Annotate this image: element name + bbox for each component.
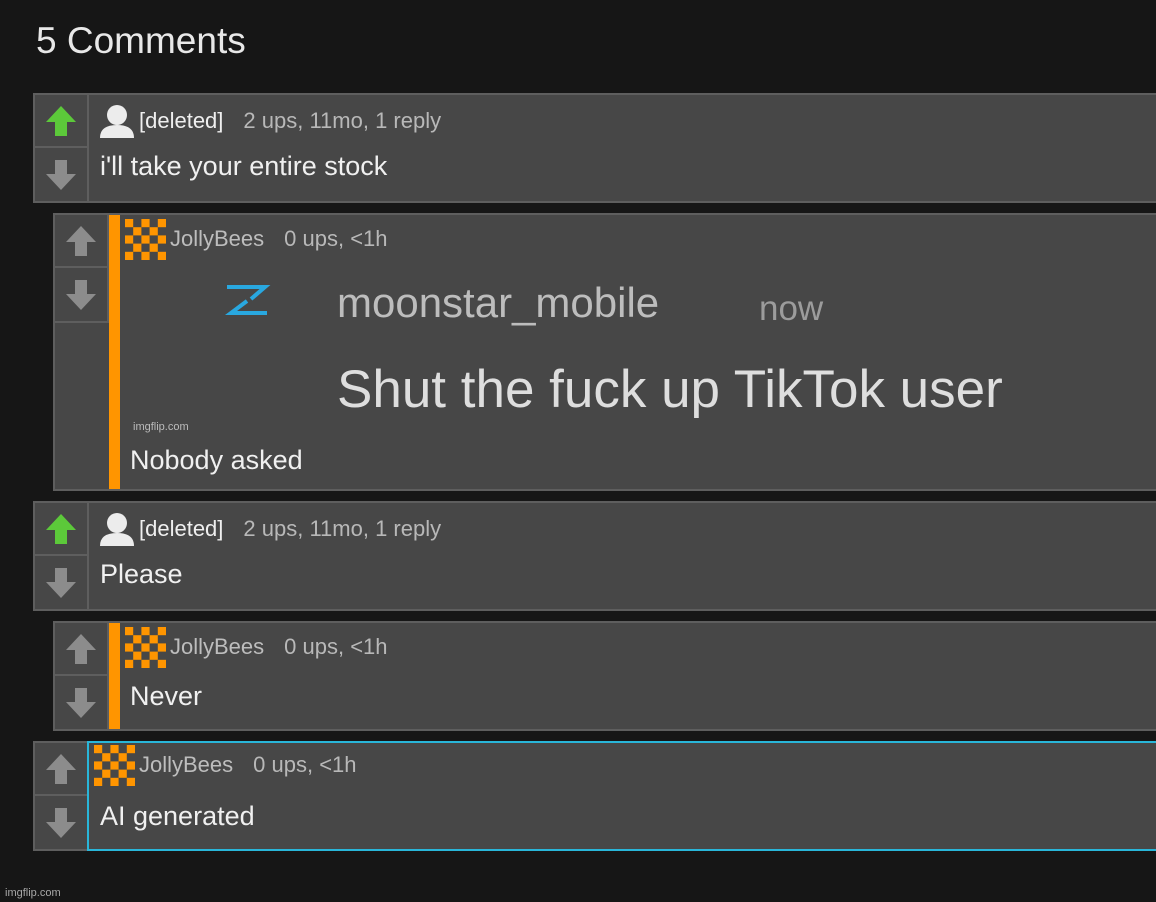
comment-text: Please [100, 559, 183, 589]
reply-indicator-bar [109, 215, 120, 489]
vote-panel [35, 503, 89, 609]
vote-panel [35, 95, 89, 201]
arrow-up-icon [66, 633, 96, 664]
upvote-button[interactable] [35, 95, 87, 148]
comment-meta: 2 ups, 11mo, 1 reply [243, 516, 442, 541]
arrow-down-icon [66, 279, 96, 310]
vote-panel [55, 215, 109, 323]
upvote-button[interactable] [35, 743, 87, 796]
comment-username[interactable]: [deleted] [139, 108, 223, 134]
meme-watermark: imgflip.com [133, 421, 189, 433]
arrow-down-icon [46, 159, 76, 190]
upvote-button[interactable] [55, 623, 107, 676]
reply-indicator-bar [109, 623, 120, 729]
downvote-button[interactable] [35, 796, 87, 849]
comment-text: AI generated [100, 801, 255, 831]
arrow-down-icon [66, 687, 96, 718]
downvote-button[interactable] [35, 148, 87, 201]
app-logo-icon [225, 285, 271, 315]
comment-username[interactable]: JollyBees [170, 226, 264, 252]
arrow-up-icon [46, 105, 76, 136]
user-silhouette-icon [100, 105, 134, 138]
comment-meta: 2 ups, 11mo, 1 reply [243, 108, 442, 133]
comment-card-own: JollyBees 0 ups, <1h AI generated [33, 741, 1156, 851]
arrow-down-icon [46, 567, 76, 598]
user-silhouette-icon [100, 513, 134, 546]
comment-text: Nobody asked [130, 445, 303, 475]
meme-time: now [759, 289, 824, 328]
arrow-down-icon [46, 807, 76, 838]
comments-count-title: 5 Comments [36, 20, 246, 61]
own-comment-highlight: JollyBees 0 ups, <1h AI generated [87, 741, 1156, 851]
downvote-button[interactable] [55, 268, 107, 321]
comment-card: JollyBees 0 ups, <1h Never [53, 621, 1156, 731]
vote-panel [35, 743, 89, 849]
comment-username[interactable]: [deleted] [139, 516, 223, 542]
upvote-button[interactable] [35, 503, 87, 556]
comment-card: [deleted] 2 ups, 11mo, 1 reply Please [33, 501, 1156, 611]
comment-card: JollyBees 0 ups, <1h moonstar_mobile now… [53, 213, 1156, 491]
comment-meta: 0 ups, <1h [284, 226, 388, 251]
downvote-button[interactable] [55, 676, 107, 729]
arrow-up-icon [66, 225, 96, 256]
meme-username: moonstar_mobile [337, 279, 660, 326]
checker-avatar-icon [94, 744, 135, 786]
comment-text: Never [130, 681, 203, 711]
comment-text: i'll take your entire stock [100, 151, 388, 181]
comment-username[interactable]: JollyBees [170, 634, 264, 660]
vote-panel [55, 623, 109, 729]
imgflip-watermark: imgflip.com [5, 887, 61, 899]
checker-avatar-icon [125, 626, 166, 668]
comment-card: [deleted] 2 ups, 11mo, 1 reply i'll take… [33, 93, 1156, 203]
comment-meta: 0 ups, <1h [284, 634, 388, 659]
downvote-button[interactable] [35, 556, 87, 609]
meme-image[interactable]: moonstar_mobile now Shut the fuck up Tik… [131, 263, 1156, 453]
arrow-up-icon [46, 513, 76, 544]
upvote-button[interactable] [55, 215, 107, 268]
arrow-up-icon [46, 753, 76, 784]
comment-username[interactable]: JollyBees [139, 752, 233, 778]
meme-message: Shut the fuck up TikTok user [337, 360, 1003, 419]
checker-avatar-icon [125, 218, 166, 260]
comment-meta: 0 ups, <1h [253, 752, 357, 777]
